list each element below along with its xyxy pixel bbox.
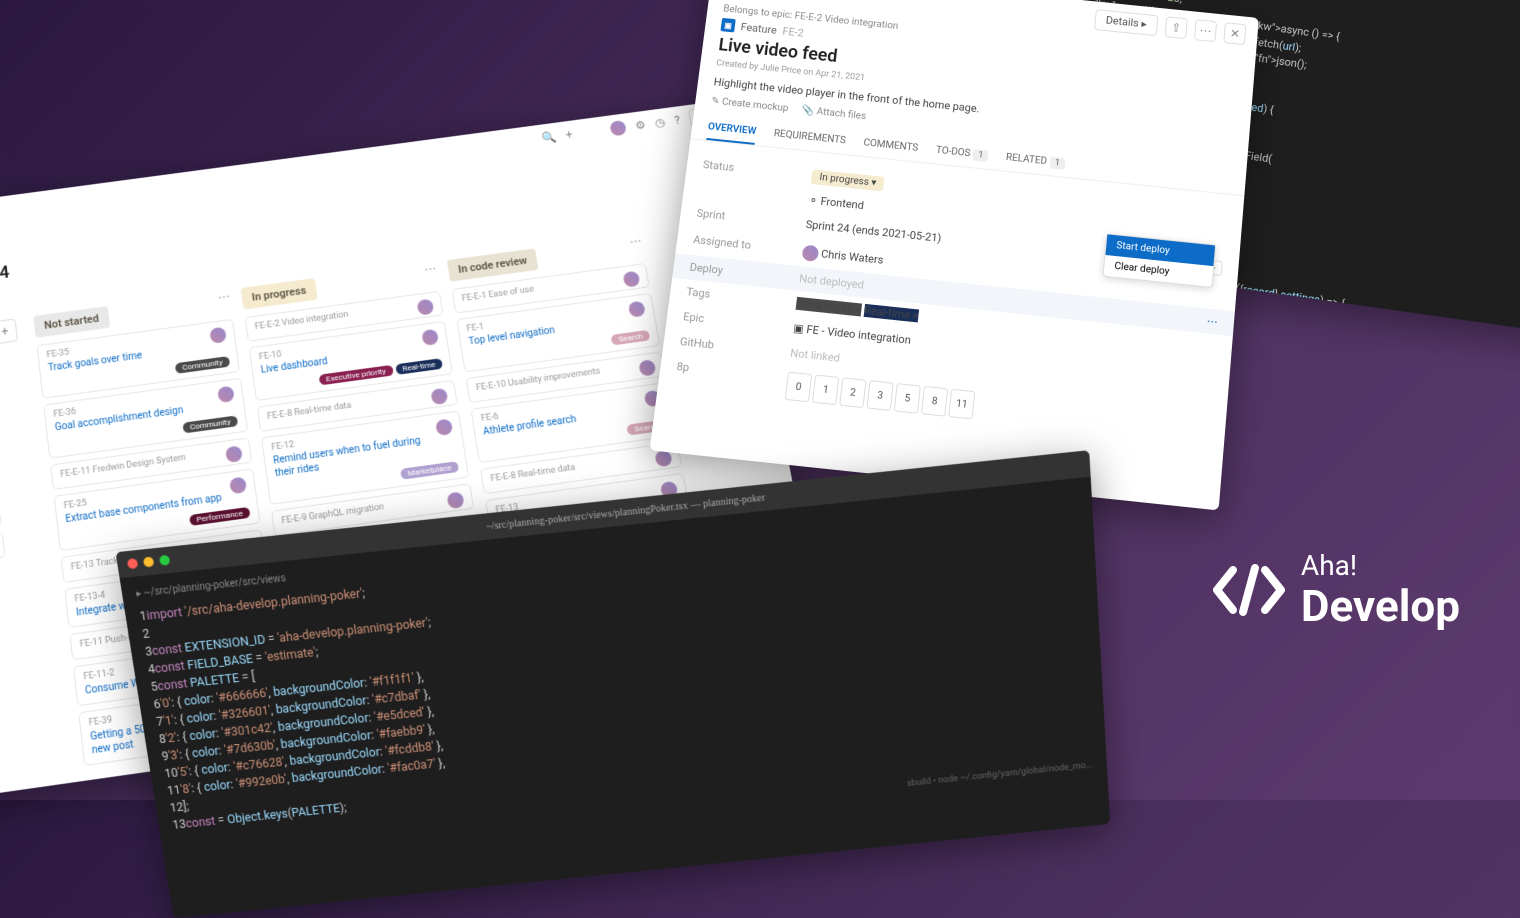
plus-icon[interactable]: +	[565, 128, 574, 142]
tag-search: Search	[611, 330, 650, 346]
search-icon[interactable]: 🔍	[541, 130, 557, 145]
more-icon[interactable]: ⋯	[1194, 19, 1217, 42]
share-icon[interactable]: ⇪	[1164, 16, 1187, 39]
poker-label: 8p	[674, 360, 788, 400]
logo-brand: Aha!	[1301, 551, 1460, 582]
window-minimize-icon[interactable]	[143, 556, 155, 567]
poker-11[interactable]: 11	[948, 389, 975, 420]
column-more-icon[interactable]: ⋯	[629, 234, 643, 249]
tag-execpri: Executive priority	[318, 365, 393, 386]
tag-community[interactable]: Community ×	[796, 297, 862, 317]
feature-id: FE-2	[782, 25, 805, 39]
details-button[interactable]: Details ▸	[1094, 9, 1158, 36]
tag-perf: Performance	[189, 507, 251, 526]
gear-icon[interactable]: ⚙	[634, 118, 647, 132]
tag-realtime: Real-time	[395, 358, 443, 375]
card-fragment[interactable]: Lot	[0, 532, 5, 571]
poker-2[interactable]: 2	[839, 377, 866, 408]
window-close-icon[interactable]	[127, 558, 139, 569]
assignee-avatar	[802, 245, 820, 262]
help-icon[interactable]: ?	[673, 114, 681, 127]
feature-type: Feature	[740, 20, 778, 36]
column-header: Not started	[33, 306, 110, 338]
column-header: In code review	[447, 248, 539, 281]
logo-product: Develop	[1301, 582, 1460, 630]
tag-community: Community	[182, 415, 238, 433]
assignee-name[interactable]: Chris Waters	[820, 247, 884, 266]
aha-develop-logo: Aha! Develop	[1213, 551, 1460, 630]
poker-1[interactable]: 1	[812, 374, 839, 405]
close-icon[interactable]: ✕	[1223, 22, 1246, 45]
poker-5[interactable]: 5	[894, 383, 921, 414]
tag-realtime[interactable]: Real-time ×	[863, 304, 919, 323]
feature-icon: ▣	[720, 18, 735, 33]
tab-overview[interactable]: OVERVIEW	[706, 116, 757, 145]
window-maximize-icon[interactable]	[159, 555, 171, 566]
tag-marketplace: Marketplace	[400, 461, 459, 480]
poker-8[interactable]: 8	[921, 386, 948, 417]
column-more-icon[interactable]: ⋯	[424, 262, 438, 277]
column-header: In progress	[241, 278, 318, 310]
user-avatar[interactable]	[609, 120, 627, 137]
tag-community: Community	[175, 356, 230, 374]
add-column-button[interactable]: +	[0, 318, 18, 344]
clock-icon[interactable]: ◷	[654, 116, 666, 130]
feature-detail-panel: Details ▸ ⇪ ⋯ ✕ Belongs to epic: FE-E-2 …	[649, 0, 1258, 510]
poker-0[interactable]: 0	[785, 372, 813, 403]
poker-3[interactable]: 3	[866, 380, 893, 411]
column-more-icon[interactable]: ⋯	[217, 290, 230, 305]
code-brackets-icon	[1213, 562, 1285, 618]
deploy-more-icon[interactable]: ⋯	[1206, 314, 1218, 328]
